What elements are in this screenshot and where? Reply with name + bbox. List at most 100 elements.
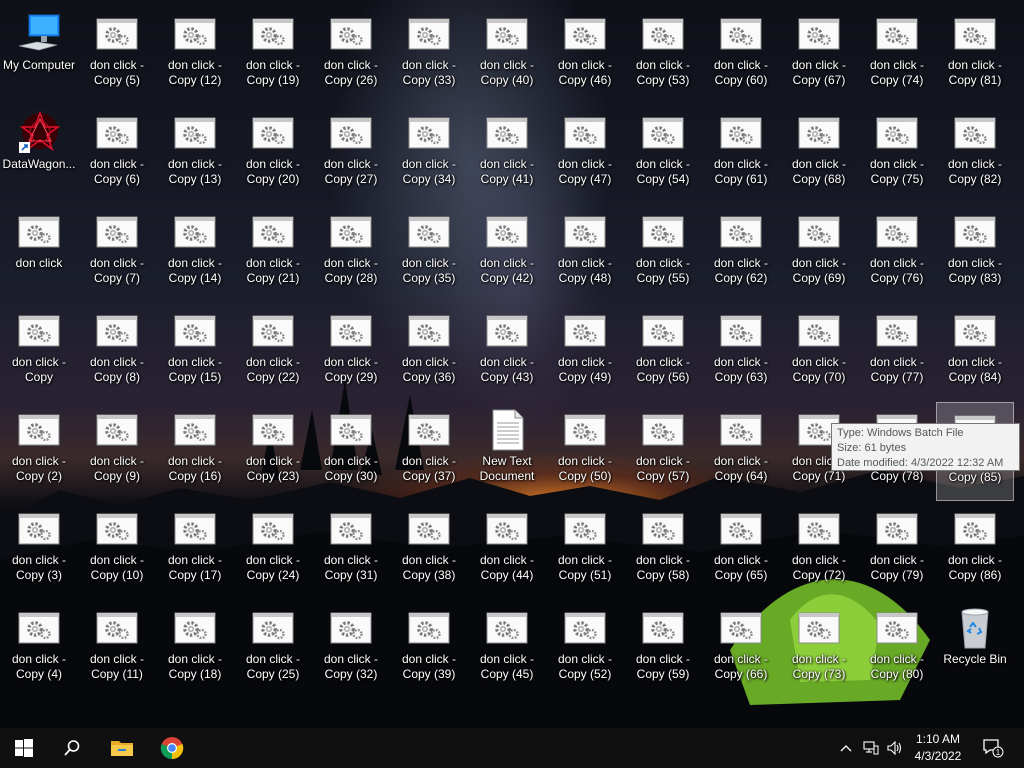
desktop-icon-don-click-copy-41[interactable]: don click - Copy (41) (468, 105, 546, 204)
desktop-icon-don-click-copy-70[interactable]: don click - Copy (70) (780, 303, 858, 402)
desktop-icon-don-click-copy-49[interactable]: don click - Copy (49) (546, 303, 624, 402)
desktop-icon-don-click-copy-26[interactable]: don click - Copy (26) (312, 6, 390, 105)
batch-file-icon (174, 414, 216, 446)
desktop-icon-don-click-copy-60[interactable]: don click - Copy (60) (702, 6, 780, 105)
desktop-icon-don-click-copy-77[interactable]: don click - Copy (77) (858, 303, 936, 402)
desktop-icon-don-click-copy-86[interactable]: don click - Copy (86) (936, 501, 1014, 600)
desktop-icon-don-click-copy-21[interactable]: don click - Copy (21) (234, 204, 312, 303)
desktop-icon-don-click-copy-59[interactable]: don click - Copy (59) (624, 600, 702, 699)
desktop-icon-my-computer[interactable]: My Computer (0, 6, 78, 105)
desktop-icon-don-click-copy-65[interactable]: don click - Copy (65) (702, 501, 780, 600)
desktop-icon-don-click-copy-55[interactable]: don click - Copy (55) (624, 204, 702, 303)
desktop-icon-don-click-copy-63[interactable]: don click - Copy (63) (702, 303, 780, 402)
desktop-icon-don-click-copy-84[interactable]: don click - Copy (84) (936, 303, 1014, 402)
desktop-icon-don-click-copy-69[interactable]: don click - Copy (69) (780, 204, 858, 303)
desktop-icon-don-click-copy-4[interactable]: don click - Copy (4) (0, 600, 78, 699)
search-button[interactable] (48, 728, 96, 768)
desktop-icon-don-click-copy[interactable]: don click - Copy (0, 303, 78, 402)
desktop-icon-don-click-copy-2[interactable]: don click - Copy (2) (0, 402, 78, 501)
desktop-icon-don-click-copy-6[interactable]: don click - Copy (6) (78, 105, 156, 204)
network-button[interactable] (859, 728, 883, 768)
desktop-icon-don-click-copy-62[interactable]: don click - Copy (62) (702, 204, 780, 303)
desktop-icon-don-click-copy-51[interactable]: don click - Copy (51) (546, 501, 624, 600)
desktop-icon-don-click-copy-38[interactable]: don click - Copy (38) (390, 501, 468, 600)
desktop-icon-don-click-copy-3[interactable]: don click - Copy (3) (0, 501, 78, 600)
action-center-button[interactable]: 1 (978, 728, 1008, 768)
desktop-icon-recycle-bin[interactable]: Recycle Bin (936, 600, 1014, 699)
desktop-icon-don-click-copy-22[interactable]: don click - Copy (22) (234, 303, 312, 402)
desktop-icon-don-click-copy-61[interactable]: don click - Copy (61) (702, 105, 780, 204)
desktop-icon-don-click-copy-24[interactable]: don click - Copy (24) (234, 501, 312, 600)
desktop-icon-don-click-copy-52[interactable]: don click - Copy (52) (546, 600, 624, 699)
desktop-icon-don-click-copy-58[interactable]: don click - Copy (58) (624, 501, 702, 600)
desktop-icon-don-click-copy-23[interactable]: don click - Copy (23) (234, 402, 312, 501)
desktop-icon-don-click-copy-53[interactable]: don click - Copy (53) (624, 6, 702, 105)
desktop-icon-don-click-copy-57[interactable]: don click - Copy (57) (624, 402, 702, 501)
desktop-icon-don-click-copy-37[interactable]: don click - Copy (37) (390, 402, 468, 501)
desktop-icon-don-click-copy-25[interactable]: don click - Copy (25) (234, 600, 312, 699)
icon-label-line1: don click - (869, 157, 925, 171)
desktop-icon-don-click-copy-72[interactable]: don click - Copy (72) (780, 501, 858, 600)
desktop-icon-don-click-copy-36[interactable]: don click - Copy (36) (390, 303, 468, 402)
desktop-icon-don-click-copy-48[interactable]: don click - Copy (48) (546, 204, 624, 303)
desktop-icon-don-click-copy-80[interactable]: don click - Copy (80) (858, 600, 936, 699)
show-hidden-icons-button[interactable] (836, 728, 856, 768)
desktop-icon-don-click-copy-33[interactable]: don click - Copy (33) (390, 6, 468, 105)
batch-file-icon (96, 612, 138, 644)
batch-file-icon (96, 216, 138, 248)
file-explorer-button[interactable] (98, 728, 146, 768)
desktop-icon-don-click-copy-64[interactable]: don click - Copy (64) (702, 402, 780, 501)
clock[interactable]: 1:10 AM 4/3/2022 (900, 731, 976, 765)
desktop-icon-don-click-copy-18[interactable]: don click - Copy (18) (156, 600, 234, 699)
desktop-icon-don-click-copy-54[interactable]: don click - Copy (54) (624, 105, 702, 204)
desktop-icon-don-click-copy-42[interactable]: don click - Copy (42) (468, 204, 546, 303)
desktop-icon-don-click-copy-14[interactable]: don click - Copy (14) (156, 204, 234, 303)
desktop-icon-don-click-copy-10[interactable]: don click - Copy (10) (78, 501, 156, 600)
desktop-icon-don-click-copy-32[interactable]: don click - Copy (32) (312, 600, 390, 699)
desktop-icon-don-click-copy-66[interactable]: don click - Copy (66) (702, 600, 780, 699)
desktop-icon-don-click-copy-30[interactable]: don click - Copy (30) (312, 402, 390, 501)
desktop-icon-don-click-copy-27[interactable]: don click - Copy (27) (312, 105, 390, 204)
desktop-icon-don-click-copy-76[interactable]: don click - Copy (76) (858, 204, 936, 303)
desktop-icon-don-click-copy-16[interactable]: don click - Copy (16) (156, 402, 234, 501)
desktop-icon-datawagon[interactable]: DataWagon... (0, 105, 78, 204)
chrome-button[interactable] (148, 728, 196, 768)
desktop-icon-don-click-copy-79[interactable]: don click - Copy (79) (858, 501, 936, 600)
desktop-icon-don-click-copy-13[interactable]: don click - Copy (13) (156, 105, 234, 204)
desktop-icon-don-click[interactable]: don click (0, 204, 78, 303)
desktop-icon-don-click-copy-68[interactable]: don click - Copy (68) (780, 105, 858, 204)
desktop-icon-don-click-copy-46[interactable]: don click - Copy (46) (546, 6, 624, 105)
desktop-icon-don-click-copy-47[interactable]: don click - Copy (47) (546, 105, 624, 204)
desktop-icon-don-click-copy-8[interactable]: don click - Copy (8) (78, 303, 156, 402)
desktop-icon-don-click-copy-74[interactable]: don click - Copy (74) (858, 6, 936, 105)
desktop-icon-don-click-copy-82[interactable]: don click - Copy (82) (936, 105, 1014, 204)
desktop-icon-don-click-copy-67[interactable]: don click - Copy (67) (780, 6, 858, 105)
desktop-icon-don-click-copy-44[interactable]: don click - Copy (44) (468, 501, 546, 600)
desktop-icon-don-click-copy-7[interactable]: don click - Copy (7) (78, 204, 156, 303)
desktop-icon-don-click-copy-9[interactable]: don click - Copy (9) (78, 402, 156, 501)
desktop-icon-new-text-document[interactable]: New Text Document (468, 402, 546, 501)
desktop-icon-don-click-copy-28[interactable]: don click - Copy (28) (312, 204, 390, 303)
desktop-icon-don-click-copy-34[interactable]: don click - Copy (34) (390, 105, 468, 204)
desktop-icon-don-click-copy-17[interactable]: don click - Copy (17) (156, 501, 234, 600)
desktop-icon-don-click-copy-35[interactable]: don click - Copy (35) (390, 204, 468, 303)
desktop-icon-don-click-copy-56[interactable]: don click - Copy (56) (624, 303, 702, 402)
desktop-icon-don-click-copy-11[interactable]: don click - Copy (11) (78, 600, 156, 699)
desktop-icon-don-click-copy-29[interactable]: don click - Copy (29) (312, 303, 390, 402)
desktop-icon-don-click-copy-19[interactable]: don click - Copy (19) (234, 6, 312, 105)
desktop-icon-don-click-copy-39[interactable]: don click - Copy (39) (390, 600, 468, 699)
desktop-icon-don-click-copy-15[interactable]: don click - Copy (15) (156, 303, 234, 402)
desktop-icon-don-click-copy-40[interactable]: don click - Copy (40) (468, 6, 546, 105)
desktop-icon-don-click-copy-50[interactable]: don click - Copy (50) (546, 402, 624, 501)
desktop-icon-don-click-copy-83[interactable]: don click - Copy (83) (936, 204, 1014, 303)
desktop-icon-don-click-copy-73[interactable]: don click - Copy (73) (780, 600, 858, 699)
desktop-icon-don-click-copy-45[interactable]: don click - Copy (45) (468, 600, 546, 699)
desktop-icon-don-click-copy-12[interactable]: don click - Copy (12) (156, 6, 234, 105)
desktop-icon-don-click-copy-20[interactable]: don click - Copy (20) (234, 105, 312, 204)
start-button[interactable] (0, 728, 48, 768)
desktop-icon-don-click-copy-43[interactable]: don click - Copy (43) (468, 303, 546, 402)
desktop-icon-don-click-copy-75[interactable]: don click - Copy (75) (858, 105, 936, 204)
desktop-icon-don-click-copy-31[interactable]: don click - Copy (31) (312, 501, 390, 600)
desktop-icon-don-click-copy-5[interactable]: don click - Copy (5) (78, 6, 156, 105)
desktop-icon-don-click-copy-81[interactable]: don click - Copy (81) (936, 6, 1014, 105)
